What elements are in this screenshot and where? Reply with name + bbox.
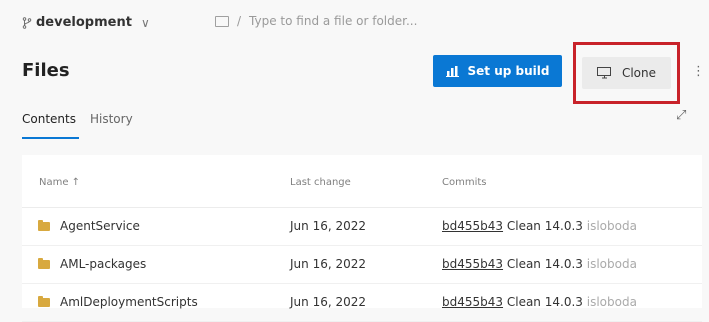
folder-icon [38, 220, 50, 231]
column-last-change[interactable]: Last change [290, 177, 351, 188]
page-title: Files [22, 60, 70, 81]
branch-selector[interactable]: development ∨ [22, 15, 150, 30]
commit-message: Clean 14.0.3 [506, 257, 583, 271]
tab-contents[interactable]: Contents [22, 112, 76, 126]
chevron-down-icon: ∨ [140, 15, 150, 30]
more-icon[interactable]: ⋮ [692, 64, 705, 79]
commit-author: isloboda [586, 295, 637, 309]
set-up-build-label: Set up build [467, 64, 550, 78]
commit-info: bd455b43 Clean 14.0.3 isloboda [442, 219, 637, 233]
last-change: Jun 16, 2022 [290, 295, 367, 309]
expand-icon[interactable]: ⤢ [676, 108, 686, 123]
file-name[interactable]: AML-packages [60, 257, 146, 271]
files-table: Name ↑ Last change Commits AgentService … [22, 155, 702, 322]
path-search-input[interactable]: Type to find a file or folder... [249, 14, 417, 28]
build-icon [445, 66, 459, 77]
column-name[interactable]: Name ↑ [39, 177, 80, 188]
set-up-build-button[interactable]: Set up build [433, 55, 562, 87]
commit-hash[interactable]: bd455b43 [442, 257, 503, 271]
folder-icon [215, 15, 229, 27]
tab-bar: Contents History [22, 112, 133, 126]
commit-info: bd455b43 Clean 14.0.3 isloboda [442, 257, 637, 271]
commit-info: bd455b43 Clean 14.0.3 isloboda [442, 295, 637, 309]
tab-history[interactable]: History [90, 112, 133, 126]
branch-name: development [36, 15, 132, 30]
path-search[interactable]: / Type to find a file or folder... [215, 14, 417, 28]
folder-icon [38, 258, 50, 269]
last-change: Jun 16, 2022 [290, 257, 367, 271]
file-name[interactable]: AgentService [60, 219, 140, 233]
commit-message: Clean 14.0.3 [506, 295, 583, 309]
table-row[interactable]: AgentService Jun 16, 2022 bd455b43 Clean… [22, 207, 702, 246]
column-commits[interactable]: Commits [442, 177, 487, 188]
branch-icon [22, 16, 32, 29]
table-header: Name ↑ Last change Commits [22, 155, 702, 208]
file-name[interactable]: AmlDeploymentScripts [60, 295, 198, 309]
commit-author: isloboda [586, 219, 637, 233]
commit-author: isloboda [586, 257, 637, 271]
commit-hash[interactable]: bd455b43 [442, 295, 503, 309]
commit-message: Clean 14.0.3 [506, 219, 583, 233]
tab-active-indicator [22, 137, 79, 139]
clone-highlight-box [573, 42, 680, 104]
commit-hash[interactable]: bd455b43 [442, 219, 503, 233]
table-row[interactable]: AmlDeploymentScripts Jun 16, 2022 bd455b… [22, 283, 702, 322]
last-change: Jun 16, 2022 [290, 219, 367, 233]
table-row[interactable]: AML-packages Jun 16, 2022 bd455b43 Clean… [22, 245, 702, 284]
folder-icon [38, 296, 50, 307]
path-separator: / [237, 14, 242, 28]
